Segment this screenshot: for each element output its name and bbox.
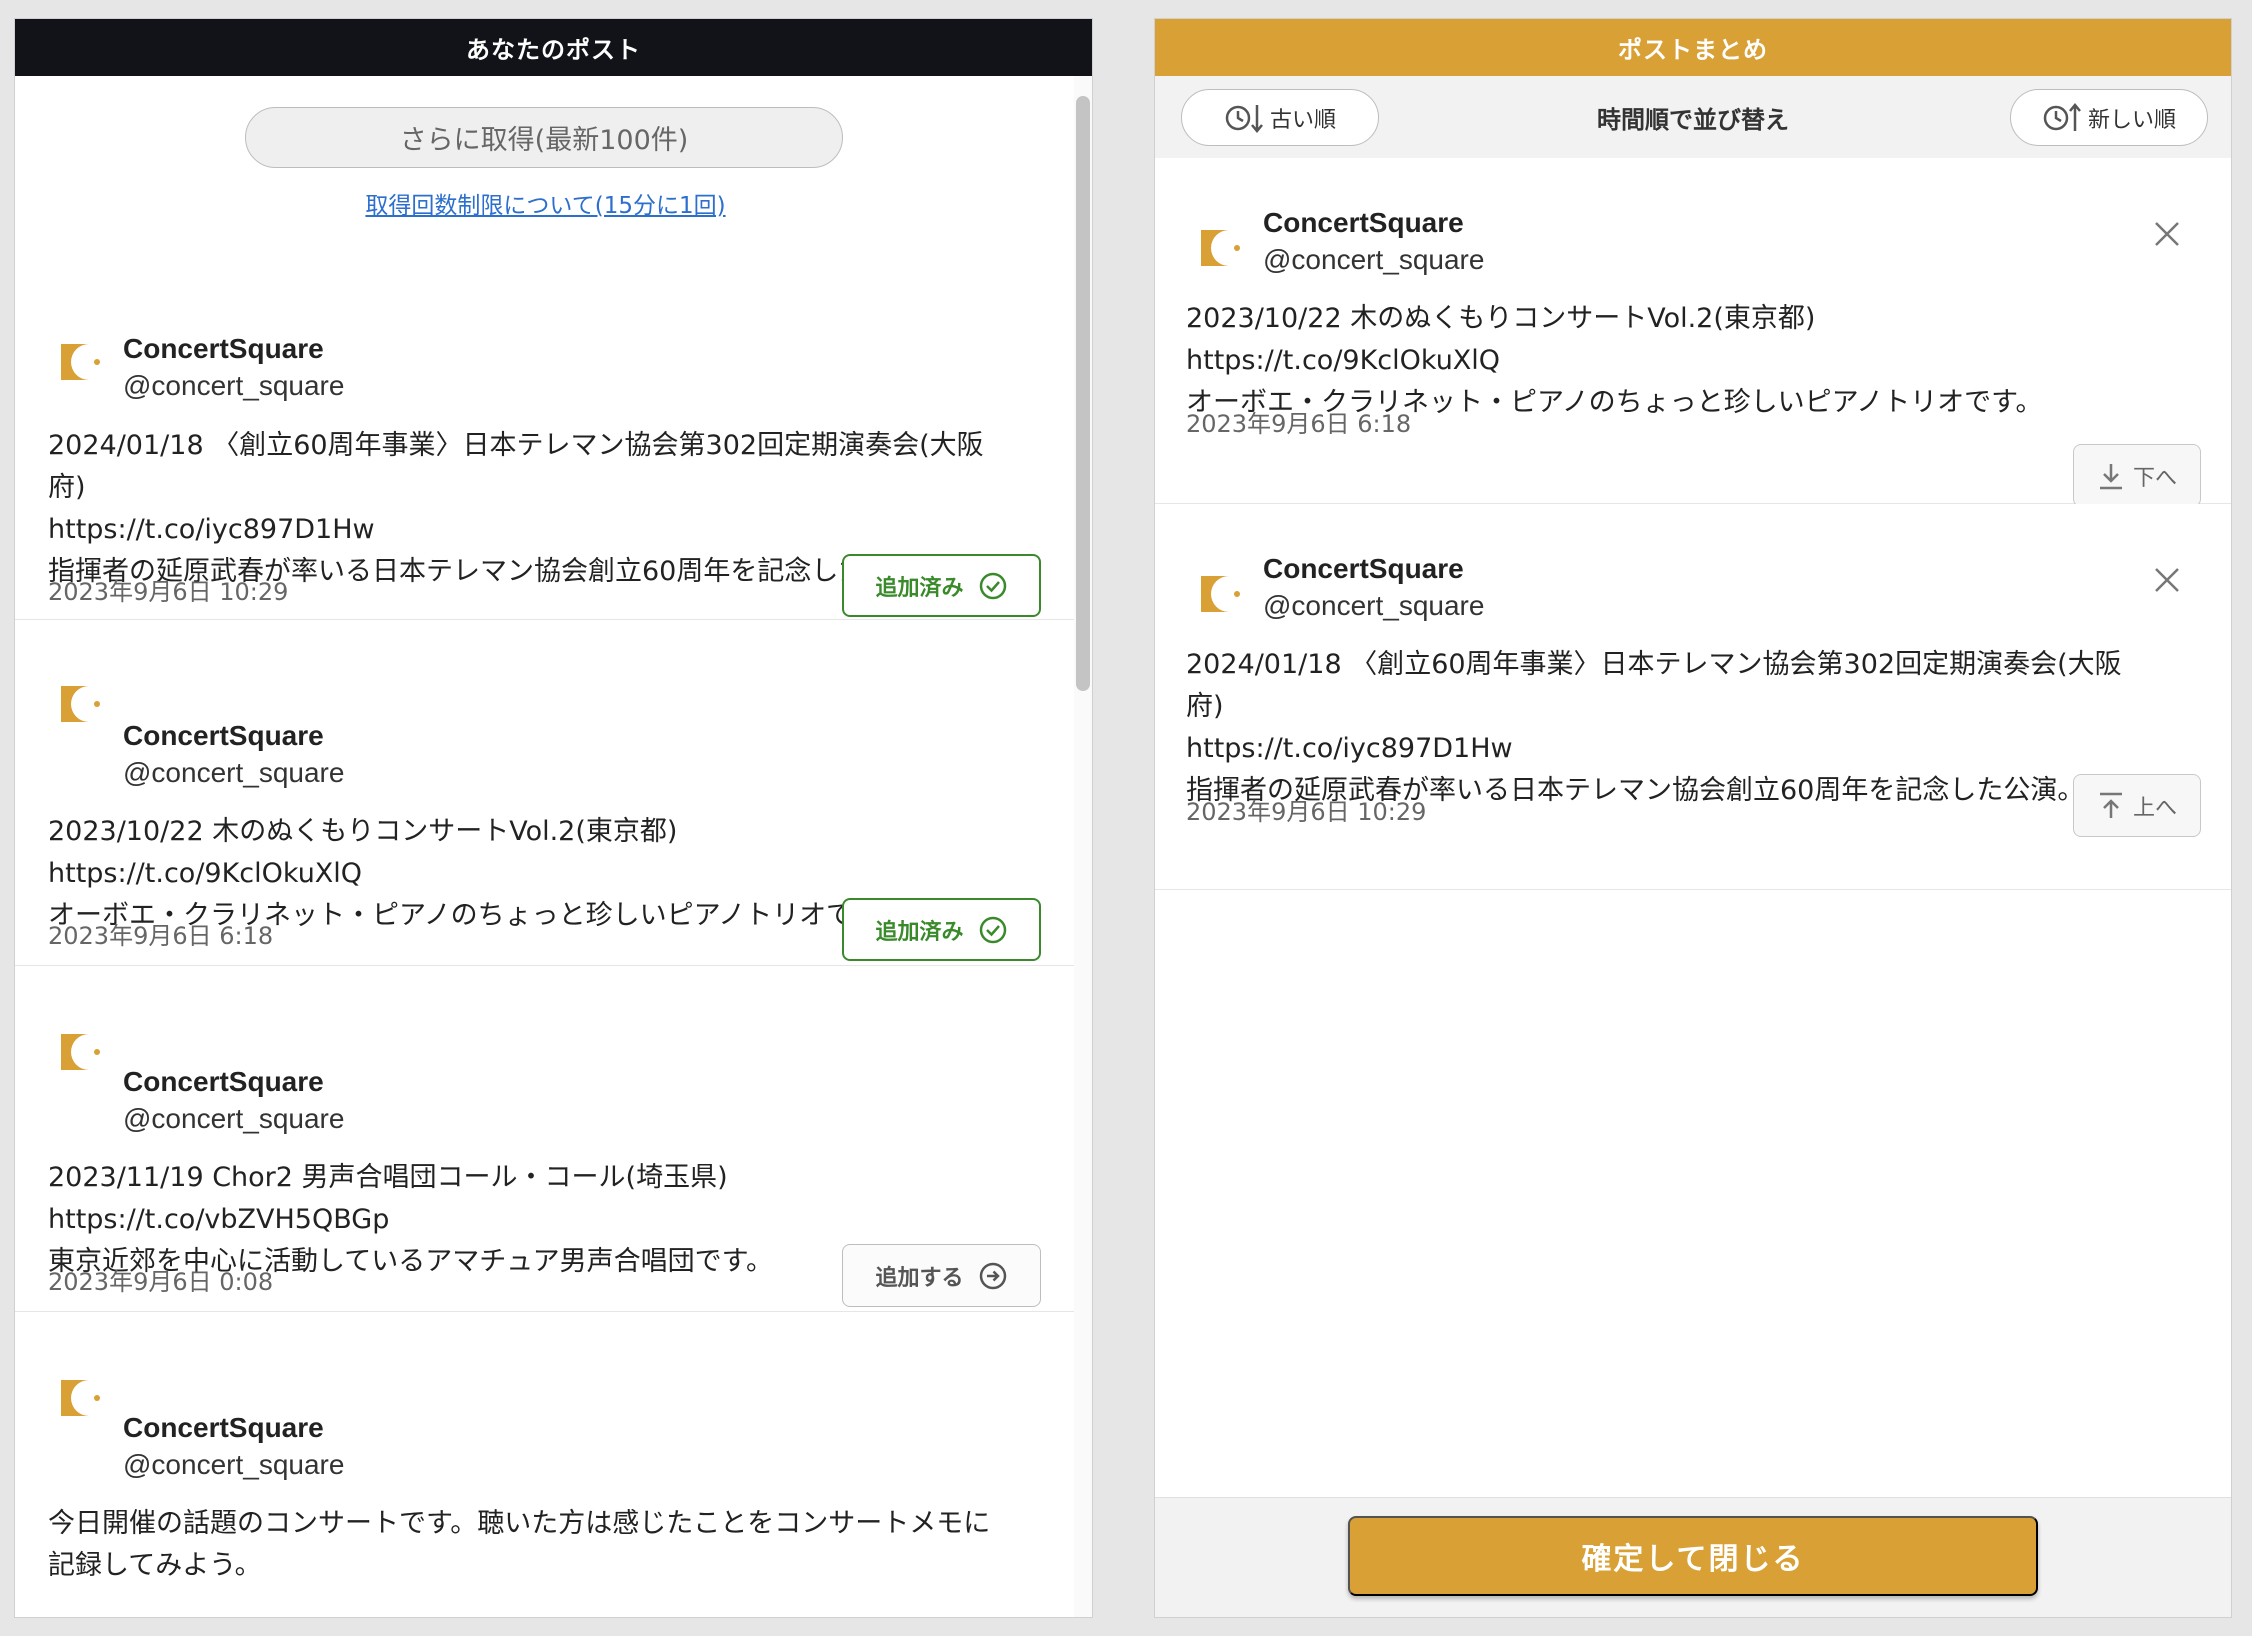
your-posts-panel: あなたのポスト さらに取得(最新100件) 取得回数制限について(15分に1回)… (14, 18, 1093, 1618)
download-arrow-icon (2099, 463, 2122, 489)
add-button[interactable]: 追加する (842, 1244, 1041, 1307)
post-date: 2023年9月6日 10:29 (48, 578, 289, 606)
post-handle: @concert_square (123, 757, 345, 788)
post-username: ConcertSquare (123, 1412, 324, 1443)
post-item: ConcertSquare @concert_square 2024/01/18… (15, 256, 1076, 620)
scrollbar-thumb[interactable] (1076, 96, 1090, 691)
post-handle: @concert_square (1263, 590, 1485, 621)
arrow-right-circle-icon (979, 1262, 1006, 1289)
sort-newest-button[interactable]: 新しい順 (2010, 89, 2208, 146)
concertsquare-logo-icon (1201, 576, 1240, 612)
concertsquare-logo-icon (1201, 230, 1240, 266)
sort-oldest-button[interactable]: 古い順 (1181, 89, 1379, 146)
concertsquare-logo-icon (61, 1034, 100, 1070)
post-date: 2023年9月6日 6:18 (48, 922, 274, 950)
post-item: ConcertSquare @concert_square 2023/10/22… (15, 620, 1076, 966)
concertsquare-logo-icon (61, 686, 100, 722)
post-summary-panel: ポストまとめ 時間順で並び替え 古い順 新しい順 ConcertSquare @… (1154, 18, 2232, 1618)
post-date: 2023年9月6日 10:29 (1186, 798, 1427, 826)
post-username: ConcertSquare (1263, 553, 1464, 584)
post-item: ConcertSquare @concert_square 2023/11/19… (15, 966, 1076, 1312)
post-handle: @concert_square (1263, 244, 1485, 275)
post-handle: @concert_square (123, 1449, 345, 1480)
move-down-button[interactable]: 下へ (2073, 444, 2201, 507)
add-button-label: 追加する (875, 1265, 964, 1291)
post-username: ConcertSquare (1263, 207, 1464, 238)
your-posts-list[interactable]: さらに取得(最新100件) 取得回数制限について(15分に1回) Concert… (15, 76, 1092, 1617)
scrollbar[interactable] (1074, 76, 1092, 1617)
check-circle-icon (979, 916, 1006, 943)
sort-bar: 時間順で並び替え 古い順 新しい順 (1155, 76, 2231, 158)
post-username: ConcertSquare (123, 1066, 324, 1097)
added-button-label: 追加済み (875, 919, 964, 945)
added-button[interactable]: 追加済み (842, 898, 1041, 961)
summary-footer: 確定して閉じる (1155, 1497, 2231, 1617)
post-username: ConcertSquare (123, 720, 324, 751)
post-item: ConcertSquare @concert_square 今日開催の話題のコン… (15, 1312, 1076, 1617)
your-posts-title: あなたのポスト (15, 19, 1092, 76)
added-button-label: 追加済み (875, 575, 964, 601)
summary-post-item: ConcertSquare @concert_square 2024/01/18… (1155, 504, 2231, 890)
post-summary-title: ポストまとめ (1155, 19, 2231, 76)
upload-arrow-icon (2099, 792, 2122, 818)
sort-oldest-label: 古い順 (1269, 107, 1336, 133)
concertsquare-logo-icon (61, 344, 100, 380)
summary-post-item: ConcertSquare @concert_square 2023/10/22… (1155, 158, 2231, 507)
fetch-more-button[interactable]: さらに取得(最新100件) (245, 107, 843, 168)
check-circle-icon (979, 572, 1006, 599)
sort-newest-label: 新しい順 (2087, 107, 2176, 133)
remove-post-close-icon[interactable] (2151, 564, 2183, 596)
move-up-button[interactable]: 上へ (2073, 774, 2201, 837)
remove-post-close-icon[interactable] (2151, 218, 2183, 250)
move-up-label: 上へ (2132, 795, 2177, 821)
post-text: 2024/01/18 〈創立60周年事業〉日本テレマン協会第302回定期演奏会(… (1186, 649, 2122, 806)
post-date: 2023年9月6日 0:08 (48, 1268, 274, 1296)
post-username: ConcertSquare (123, 333, 324, 364)
post-text: 今日開催の話題のコンサートです。聴いた方は感じたことをコンサートメモに 記録して… (48, 1508, 991, 1581)
rate-limit-link[interactable]: 取得回数制限について(15分に1回) (15, 186, 1076, 220)
added-button[interactable]: 追加済み (842, 554, 1041, 617)
confirm-close-button[interactable]: 確定して閉じる (1348, 1516, 2038, 1596)
clock-arrow-down-icon (1225, 104, 1263, 133)
clock-arrow-up-icon (2043, 102, 2081, 131)
concertsquare-logo-icon (61, 1380, 100, 1416)
post-handle: @concert_square (123, 370, 345, 401)
post-handle: @concert_square (123, 1103, 345, 1134)
post-date: 2023年9月6日 6:18 (1186, 410, 1412, 438)
move-down-label: 下へ (2132, 465, 2177, 491)
